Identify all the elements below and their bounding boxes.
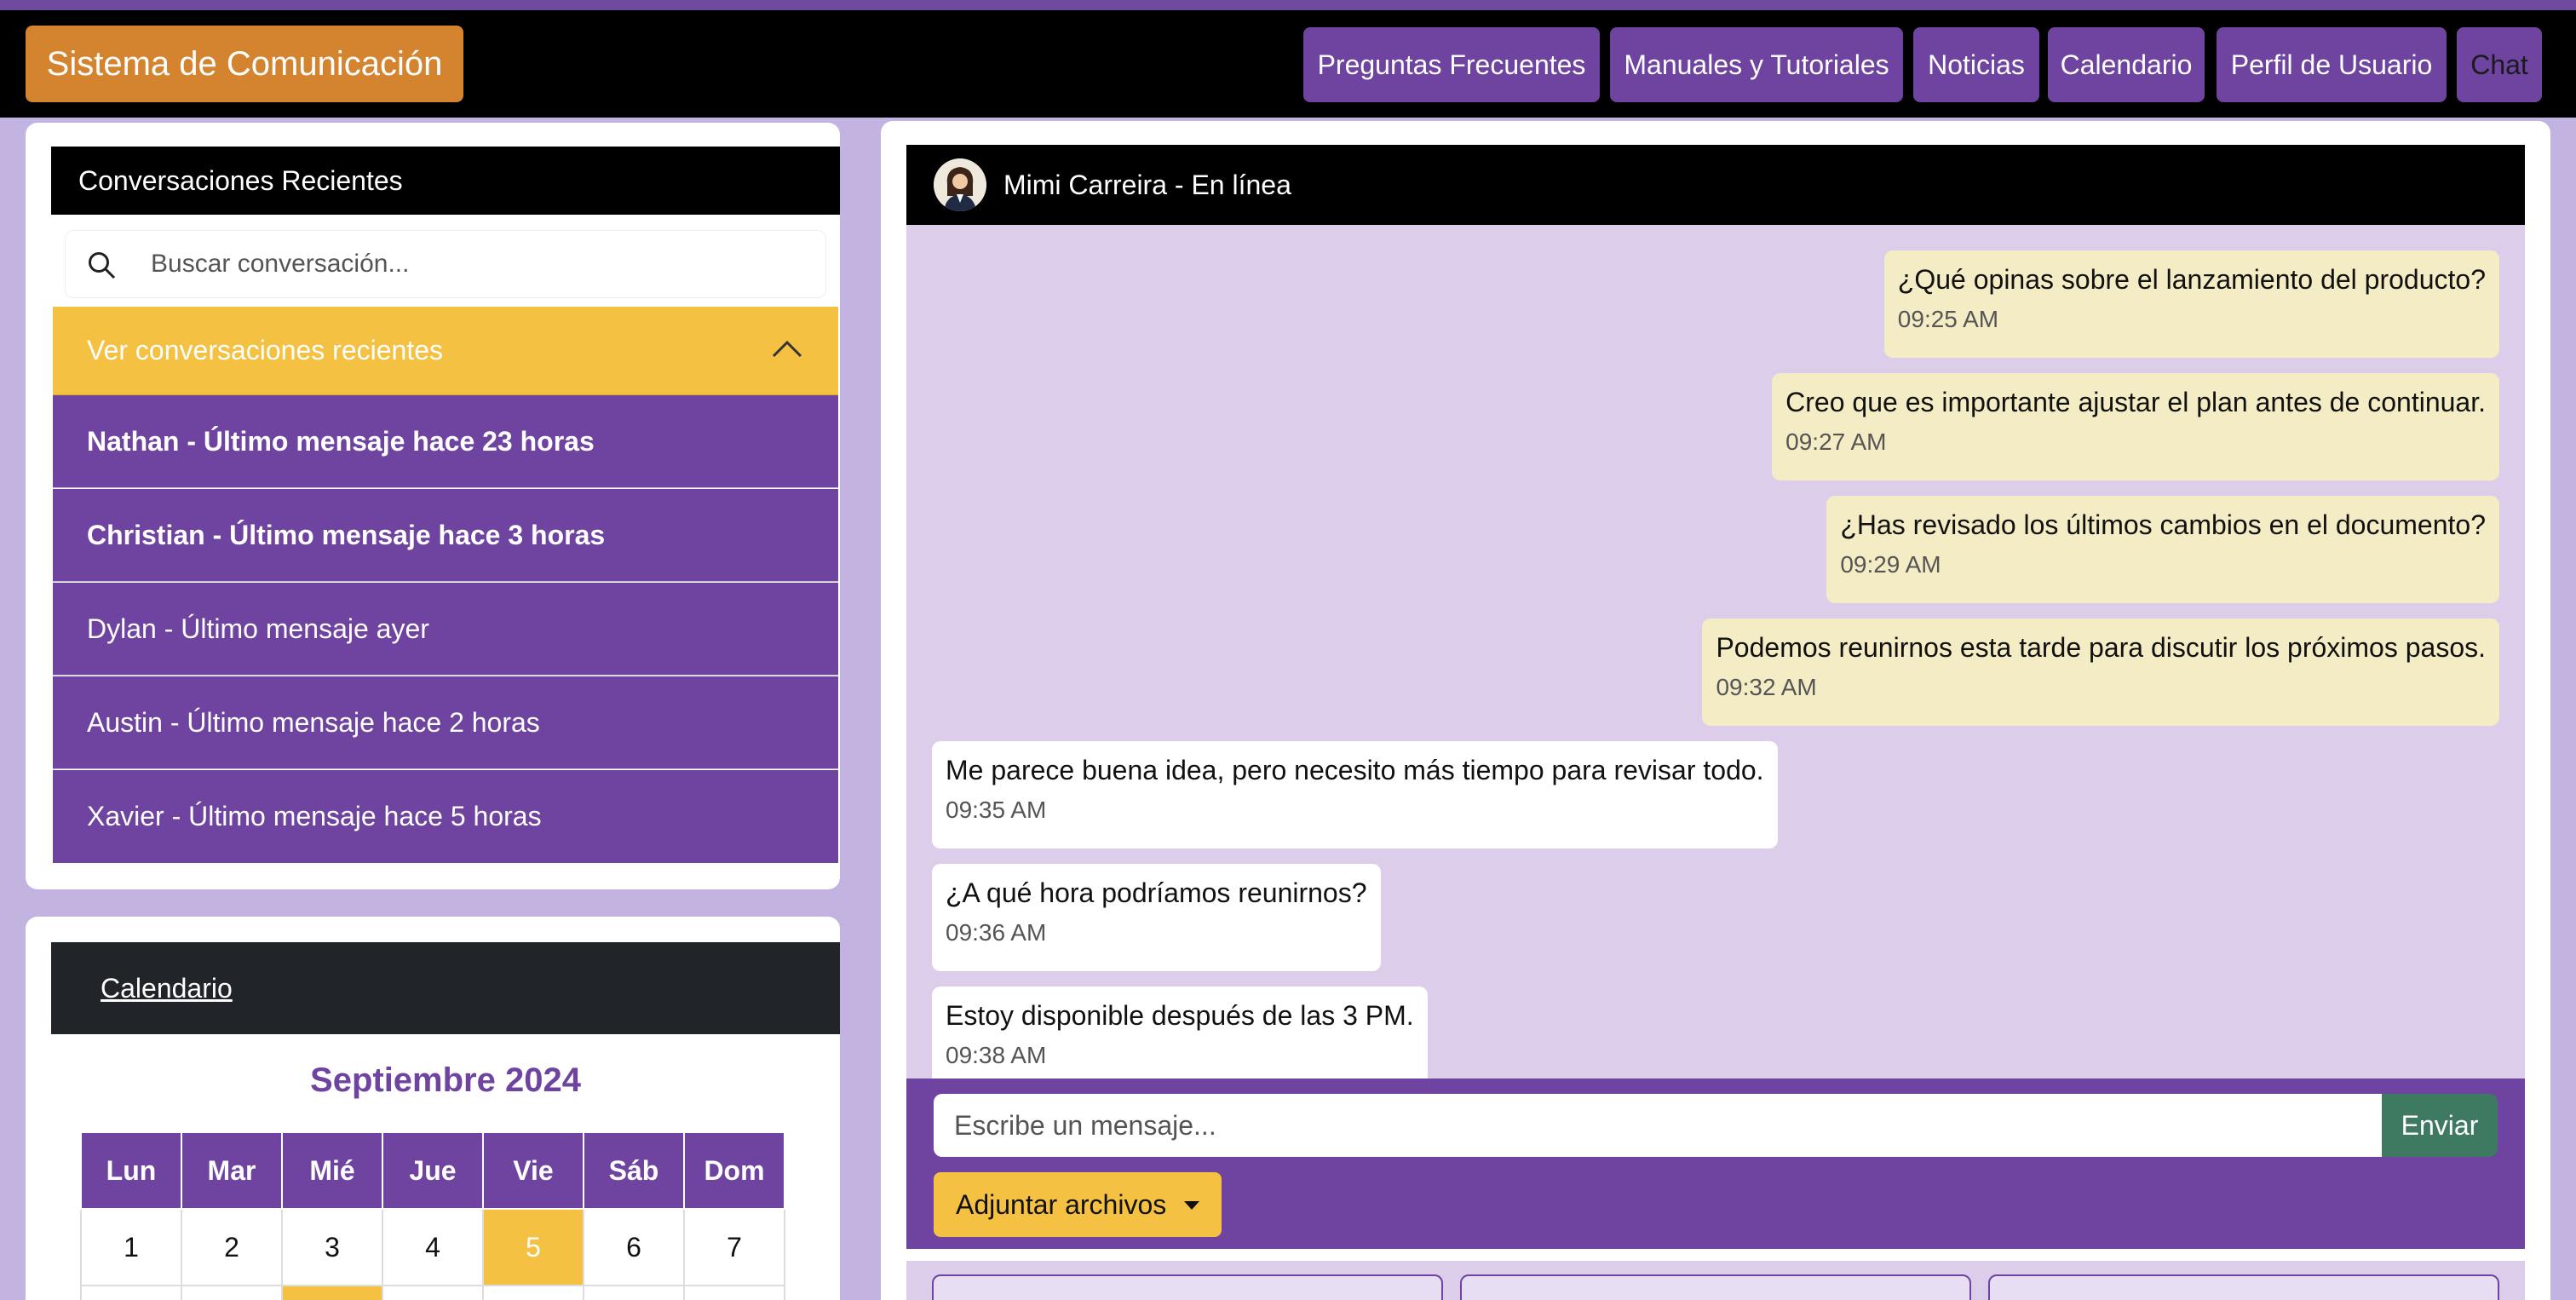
message-list: ¿Qué opinas sobre el lanzamiento del pro… xyxy=(906,225,2525,1079)
message-text: Podemos reunirnos esta tarde para discut… xyxy=(1716,632,2486,663)
conversation-item-austin[interactable]: Austin - Último mensaje hace 2 horas xyxy=(53,676,838,769)
calendar-day[interactable]: 2 xyxy=(181,1208,283,1286)
recent-conversations-toggle[interactable]: Ver conversaciones recientes xyxy=(53,307,838,395)
calendar-day[interactable] xyxy=(683,1285,785,1300)
conversation-label: Austin - Último mensaje hace 2 horas xyxy=(87,706,540,738)
message-input[interactable] xyxy=(934,1094,2382,1157)
calendar-day[interactable] xyxy=(583,1285,685,1300)
chat-panel: Mimi Carreira - En línea ¿Qué opinas sob… xyxy=(881,121,2550,1300)
calendar-day[interactable] xyxy=(382,1285,484,1300)
calendar-grid: Lun Mar Mié Jue Vie Sáb Dom 1 2 3 4 5 6 … xyxy=(80,1131,785,1300)
message-text: Creo que es importante ajustar el plan a… xyxy=(1785,387,2486,417)
nav-manuals[interactable]: Manuales y Tutoriales xyxy=(1610,27,1903,102)
calendar-month-title: Septiembre 2024 xyxy=(310,1061,581,1099)
conversation-label: Dylan - Último mensaje ayer xyxy=(87,613,429,644)
conversation-label: Nathan - Último mensaje hace 23 horas xyxy=(87,425,595,457)
send-button[interactable]: Enviar xyxy=(2382,1094,2498,1157)
brand-button[interactable]: Sistema de Comunicación xyxy=(26,26,463,102)
user-avatar-icon xyxy=(934,158,986,211)
weekday-header: Dom xyxy=(683,1131,785,1210)
attach-files-label: Adjuntar archivos xyxy=(956,1188,1167,1220)
message-text: ¿A qué hora podríamos reunirnos? xyxy=(946,877,1367,908)
message-text: ¿Has revisado los últimos cambios en el … xyxy=(1840,509,2486,540)
nav-news[interactable]: Noticias xyxy=(1913,27,2039,102)
message-time: 09:29 AM xyxy=(1840,551,1941,578)
nav-faq[interactable]: Preguntas Frecuentes xyxy=(1303,27,1600,102)
message-sent: ¿Qué opinas sobre el lanzamiento del pro… xyxy=(1883,250,2499,358)
message-time: 09:25 AM xyxy=(1897,306,1999,332)
calendar-panel: Calendario Septiembre 2024 Lun Mar Mié J… xyxy=(26,917,840,1300)
calendar-header: Calendario xyxy=(51,942,840,1034)
accordion-label: Ver conversaciones recientes xyxy=(87,335,443,365)
calendar-day[interactable] xyxy=(482,1285,584,1300)
weekday-header: Vie xyxy=(482,1131,584,1210)
calendar-day[interactable]: 1 xyxy=(80,1208,182,1286)
message-time: 09:38 AM xyxy=(946,1042,1047,1068)
conversation-item-christian[interactable]: Christian - Último mensaje hace 3 horas xyxy=(53,489,838,582)
chat-header: Mimi Carreira - En línea xyxy=(906,145,2525,225)
message-time: 09:27 AM xyxy=(1785,429,1887,455)
avatar xyxy=(934,158,986,211)
conversation-item-dylan[interactable]: Dylan - Último mensaje ayer xyxy=(53,583,838,676)
message-sent: ¿Has revisado los últimos cambios en el … xyxy=(1826,496,2499,603)
calendar-link[interactable]: Calendario xyxy=(101,973,233,1004)
calendar-day[interactable]: 6 xyxy=(583,1208,685,1286)
message-received: Estoy disponible después de las 3 PM. 09… xyxy=(932,987,1428,1079)
message-text: ¿Qué opinas sobre el lanzamiento del pro… xyxy=(1897,264,2486,295)
message-sent: Creo que es importante ajustar el plan a… xyxy=(1772,373,2499,480)
message-text: Estoy disponible después de las 3 PM. xyxy=(946,1000,1414,1031)
weekday-header: Jue xyxy=(382,1131,484,1210)
message-time: 09:36 AM xyxy=(946,919,1047,946)
chevron-up-icon xyxy=(772,340,802,358)
conversations-header: Conversaciones Recientes xyxy=(51,147,840,215)
message-received: Me parece buena idea, pero necesito más … xyxy=(932,741,1778,848)
quick-cards-row xyxy=(906,1261,2525,1300)
quick-card[interactable] xyxy=(1460,1274,1971,1300)
search-input[interactable] xyxy=(151,231,815,297)
quick-card[interactable] xyxy=(932,1274,1443,1300)
top-navbar: Sistema de Comunicación Preguntas Frecue… xyxy=(0,10,2576,118)
conversation-search xyxy=(65,230,826,298)
caret-down-icon xyxy=(1184,1201,1199,1210)
weekday-header: Lun xyxy=(80,1131,182,1210)
message-text: Me parece buena idea, pero necesito más … xyxy=(946,755,1764,785)
conversation-item-nathan[interactable]: Nathan - Último mensaje hace 23 horas xyxy=(53,395,838,488)
nav-user-profile[interactable]: Perfil de Usuario xyxy=(2217,27,2447,102)
top-accent-strip xyxy=(0,0,2576,10)
quick-card[interactable] xyxy=(1988,1274,2499,1300)
calendar-day-highlighted[interactable]: 5 xyxy=(482,1208,584,1286)
conversation-label: Xavier - Último mensaje hace 5 horas xyxy=(87,801,542,831)
message-received: ¿A qué hora podríamos reunirnos? 09:36 A… xyxy=(932,864,1381,971)
weekday-header: Mié xyxy=(281,1131,383,1210)
message-time: 09:35 AM xyxy=(946,797,1047,823)
weekday-header: Mar xyxy=(181,1131,283,1210)
calendar-day-highlighted[interactable] xyxy=(281,1285,383,1300)
conversation-label: Christian - Último mensaje hace 3 horas xyxy=(87,519,606,550)
conversations-header-label: Conversaciones Recientes xyxy=(78,164,403,196)
conversation-item-xavier[interactable]: Xavier - Último mensaje hace 5 horas xyxy=(53,770,838,863)
attach-files-button[interactable]: Adjuntar archivos xyxy=(934,1172,1222,1237)
nav-chat[interactable]: Chat xyxy=(2457,27,2542,102)
chat-contact-status: Mimi Carreira - En línea xyxy=(1003,169,1291,200)
weekday-header: Sáb xyxy=(583,1131,685,1210)
calendar-day[interactable] xyxy=(80,1285,182,1300)
calendar-day[interactable]: 3 xyxy=(281,1208,383,1286)
calendar-day[interactable]: 4 xyxy=(382,1208,484,1286)
calendar-day[interactable] xyxy=(181,1285,283,1300)
message-composer: Enviar Adjuntar archivos xyxy=(906,1079,2525,1249)
search-icon xyxy=(89,252,116,279)
nav-calendar[interactable]: Calendario xyxy=(2048,27,2205,102)
calendar-day[interactable]: 7 xyxy=(683,1208,785,1286)
recent-conversations-panel: Conversaciones Recientes Ver conversacio… xyxy=(26,123,840,889)
message-sent: Podemos reunirnos esta tarde para discut… xyxy=(1702,618,2499,726)
message-time: 09:32 AM xyxy=(1716,674,1817,700)
